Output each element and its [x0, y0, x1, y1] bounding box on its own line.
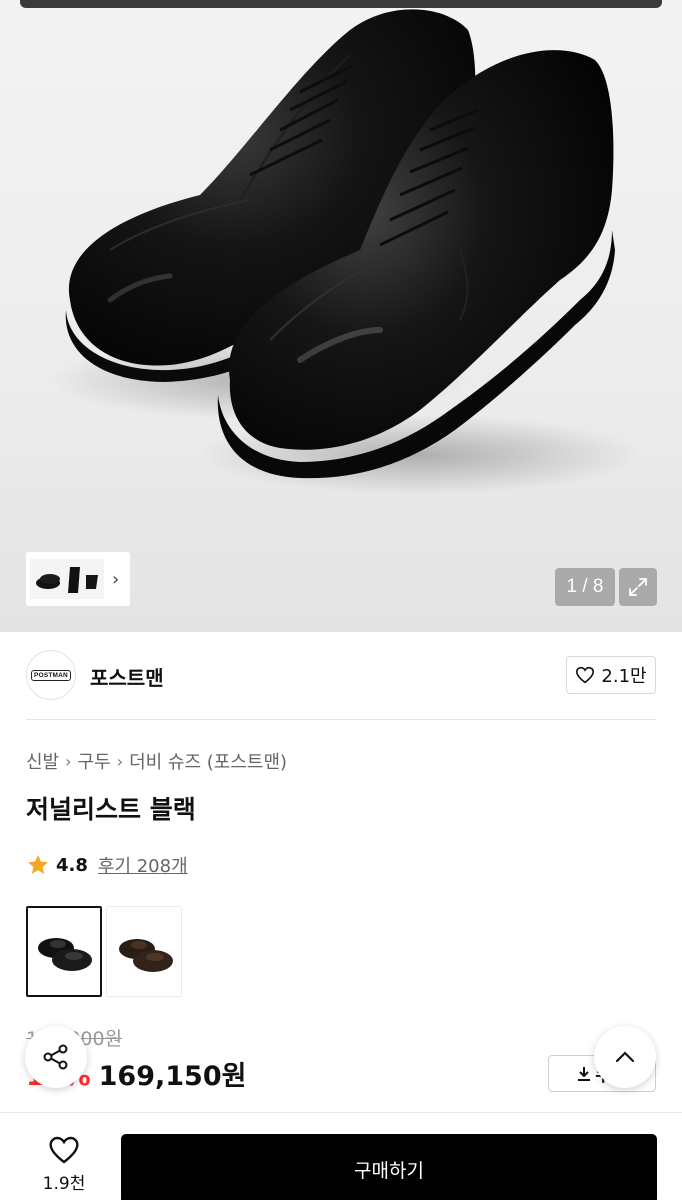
sale-price: 169,150원 [98, 1061, 247, 1092]
chevron-up-icon [615, 1051, 635, 1063]
product-photo-black-derby-shoes [50, 9, 640, 495]
wishlist-count: 1.9천 [42, 1174, 86, 1194]
buy-button[interactable]: 구매하기 [121, 1134, 657, 1200]
brand-logo[interactable]: POSTMAN [26, 650, 76, 700]
expand-icon [629, 578, 647, 596]
brand-like-button[interactable]: 2.1만 [566, 656, 656, 694]
scroll-to-top-button[interactable] [594, 1026, 656, 1088]
expand-image-button[interactable] [619, 568, 657, 606]
chevron-right-icon[interactable]: › [112, 569, 119, 590]
heart-icon [49, 1136, 79, 1164]
rating-row: 4.8 후기 208개 [26, 852, 188, 878]
breadcrumb: 신발 › 구두 › 더비 슈즈 (포스트맨) [26, 748, 287, 774]
product-title: 저널리스트 블랙 [26, 795, 196, 824]
brown-shoes-thumbnail [119, 939, 173, 972]
review-link[interactable]: 후기 208개 [98, 852, 188, 878]
image-page-counter: 1 / 8 [555, 568, 615, 606]
product-image-gallery[interactable]: › 1 / 8 [0, 0, 682, 632]
brand-row: POSTMAN 포스트맨 2.1만 [26, 650, 656, 700]
star-icon [28, 855, 48, 874]
wishlist-button[interactable]: 1.9천 [26, 1135, 102, 1194]
bottom-action-bar: 1.9천 구매하기 [0, 1112, 682, 1200]
share-button[interactable] [25, 1026, 87, 1088]
brand-logo-text: POSTMAN [31, 669, 71, 681]
breadcrumb-item[interactable]: 더비 슈즈 (포스트맨) [129, 748, 287, 774]
chevron-right-icon: › [65, 751, 72, 771]
chevron-right-icon: › [116, 751, 124, 771]
download-icon [578, 1066, 591, 1081]
brand-like-count: 2.1만 [601, 666, 647, 687]
breadcrumb-item[interactable]: 구두 [78, 748, 111, 774]
heart-icon [576, 666, 595, 684]
rating-score: 4.8 [56, 854, 88, 876]
thumbnail-image[interactable] [30, 559, 104, 599]
brand-name[interactable]: 포스트맨 [90, 662, 164, 691]
breadcrumb-item[interactable]: 신발 [26, 748, 59, 774]
share-icon [43, 1044, 68, 1070]
divider [26, 719, 656, 720]
color-option-black[interactable] [26, 906, 102, 997]
gallery-thumbnail-strip[interactable]: › [26, 552, 130, 606]
black-shoes-thumbnail [38, 938, 92, 971]
color-option-brown[interactable] [106, 906, 182, 997]
